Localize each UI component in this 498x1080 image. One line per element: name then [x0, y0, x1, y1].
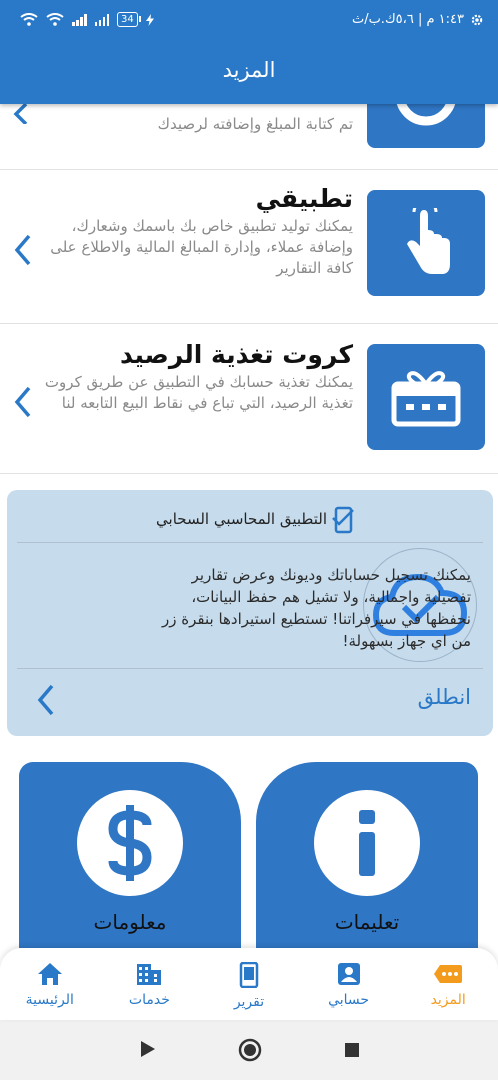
nav-home-label: الرئيسية: [25, 992, 74, 1008]
help-card[interactable]: تعليمات: [256, 762, 478, 948]
service-title-my-app: تطبيقي: [255, 184, 353, 213]
service-desc-topup-cards: يمكنك تغذية حسابك في التطبيق عن طريق كرو…: [44, 373, 353, 412]
wifi-icon: [20, 13, 38, 26]
battery-indicator: 34: [117, 12, 141, 27]
hand-tap-icon: [407, 208, 450, 274]
info-card[interactable]: معلومات: [19, 762, 241, 948]
chevron-left-icon[interactable]: [12, 234, 34, 266]
recents-square-icon[interactable]: [344, 1042, 360, 1058]
system-nav-bar: [0, 1020, 498, 1080]
nav-more[interactable]: المزيد: [398, 948, 498, 1020]
settings-gear-icon: [471, 14, 483, 25]
phone-check-icon: [332, 506, 354, 534]
chevron-left-icon[interactable]: [35, 684, 57, 716]
home-circle-icon[interactable]: [238, 1038, 262, 1062]
nav-services[interactable]: خدمات: [100, 948, 200, 1020]
nav-home[interactable]: الرئيسية: [0, 948, 100, 1020]
page-title: المزيد: [222, 58, 276, 82]
status-bar: ١:٤٣ م | ٥،٦ك.ب/ث 34: [0, 0, 498, 44]
account-icon: [337, 963, 360, 985]
service-row-topup-cards[interactable]: كروت تغذية الرصيد يمكنك تغذية حسابك في ا…: [0, 324, 498, 474]
cloud-card-desc: يمكنك تسجيل حساباتك وديونك وعرض تقارير ت…: [162, 566, 471, 650]
service-tile-my-app: [367, 190, 485, 296]
nav-account[interactable]: حسابي: [299, 948, 399, 1020]
divider: [17, 668, 483, 669]
gift-card-icon: [391, 371, 461, 427]
chevron-left-icon[interactable]: [12, 386, 34, 418]
bottom-nav: الرئيسية خدمات تقرير حسابي المزيد: [0, 948, 498, 1020]
service-tile-topup-cards: [367, 344, 485, 450]
chevron-left-icon[interactable]: [12, 104, 34, 124]
charging-icon: [145, 13, 154, 26]
nav-account-label: حسابي: [328, 992, 370, 1008]
dollar-icon-circle: [77, 790, 183, 896]
signal-icon-2: [94, 13, 109, 26]
cloud-card-title: التطبيق المحاسبي السحابي: [156, 510, 327, 528]
coin-icon: [396, 104, 456, 126]
app-bar: ١:٤٣ م | ٥،٦ك.ب/ث 34 المزيد: [0, 0, 498, 104]
info-card-label: معلومات: [93, 910, 167, 934]
dollar-icon: [108, 805, 152, 881]
divider: [17, 542, 483, 543]
phone-report-icon: [239, 962, 259, 988]
help-card-label: تعليمات: [334, 910, 400, 934]
service-row-my-app[interactable]: تطبيقي يمكنك توليد تطبيق خاص بك باسمك وش…: [0, 170, 498, 324]
service-tile-partial: [367, 104, 485, 148]
service-desc-partial: تم كتابة المبلغ وإضافته لرصيدك: [157, 115, 353, 133]
wifi-icon-2: [46, 13, 64, 26]
home-icon: [37, 963, 62, 985]
cloud-accounting-card[interactable]: التطبيق المحاسبي السحابي يمكنك تسجيل حسا…: [7, 490, 493, 736]
screen: ١:٤٣ م | ٥،٦ك.ب/ث 34 المزيد تم كتابة الم…: [0, 0, 498, 1080]
nav-report[interactable]: تقرير: [199, 948, 299, 1020]
nav-services-label: خدمات: [128, 992, 170, 1008]
status-time: ١:٤٣ م | ٥،٦ك.ب/ث: [351, 12, 464, 27]
back-play-icon[interactable]: [140, 1040, 156, 1058]
building-icon: [137, 964, 162, 985]
service-title-topup-cards: كروت تغذية الرصيد: [120, 340, 353, 369]
nav-report-label: تقرير: [233, 994, 265, 1010]
signal-icon: [72, 13, 87, 26]
service-desc-my-app: يمكنك توليد تطبيق خاص بك باسمك وشعارك، و…: [50, 217, 353, 277]
status-left: 34: [20, 12, 154, 27]
nav-more-label: المزيد: [430, 992, 466, 1008]
status-right: ١:٤٣ م | ٥،٦ك.ب/ث: [352, 12, 484, 27]
more-icon: [434, 965, 463, 983]
service-row-partial[interactable]: تم كتابة المبلغ وإضافته لرصيدك: [0, 104, 498, 170]
content-scroll[interactable]: تم كتابة المبلغ وإضافته لرصيدك تطبيقي يم…: [0, 104, 498, 948]
info-icon-circle: [314, 790, 420, 896]
start-link[interactable]: انطلق: [418, 685, 471, 709]
info-icon: [359, 810, 375, 876]
